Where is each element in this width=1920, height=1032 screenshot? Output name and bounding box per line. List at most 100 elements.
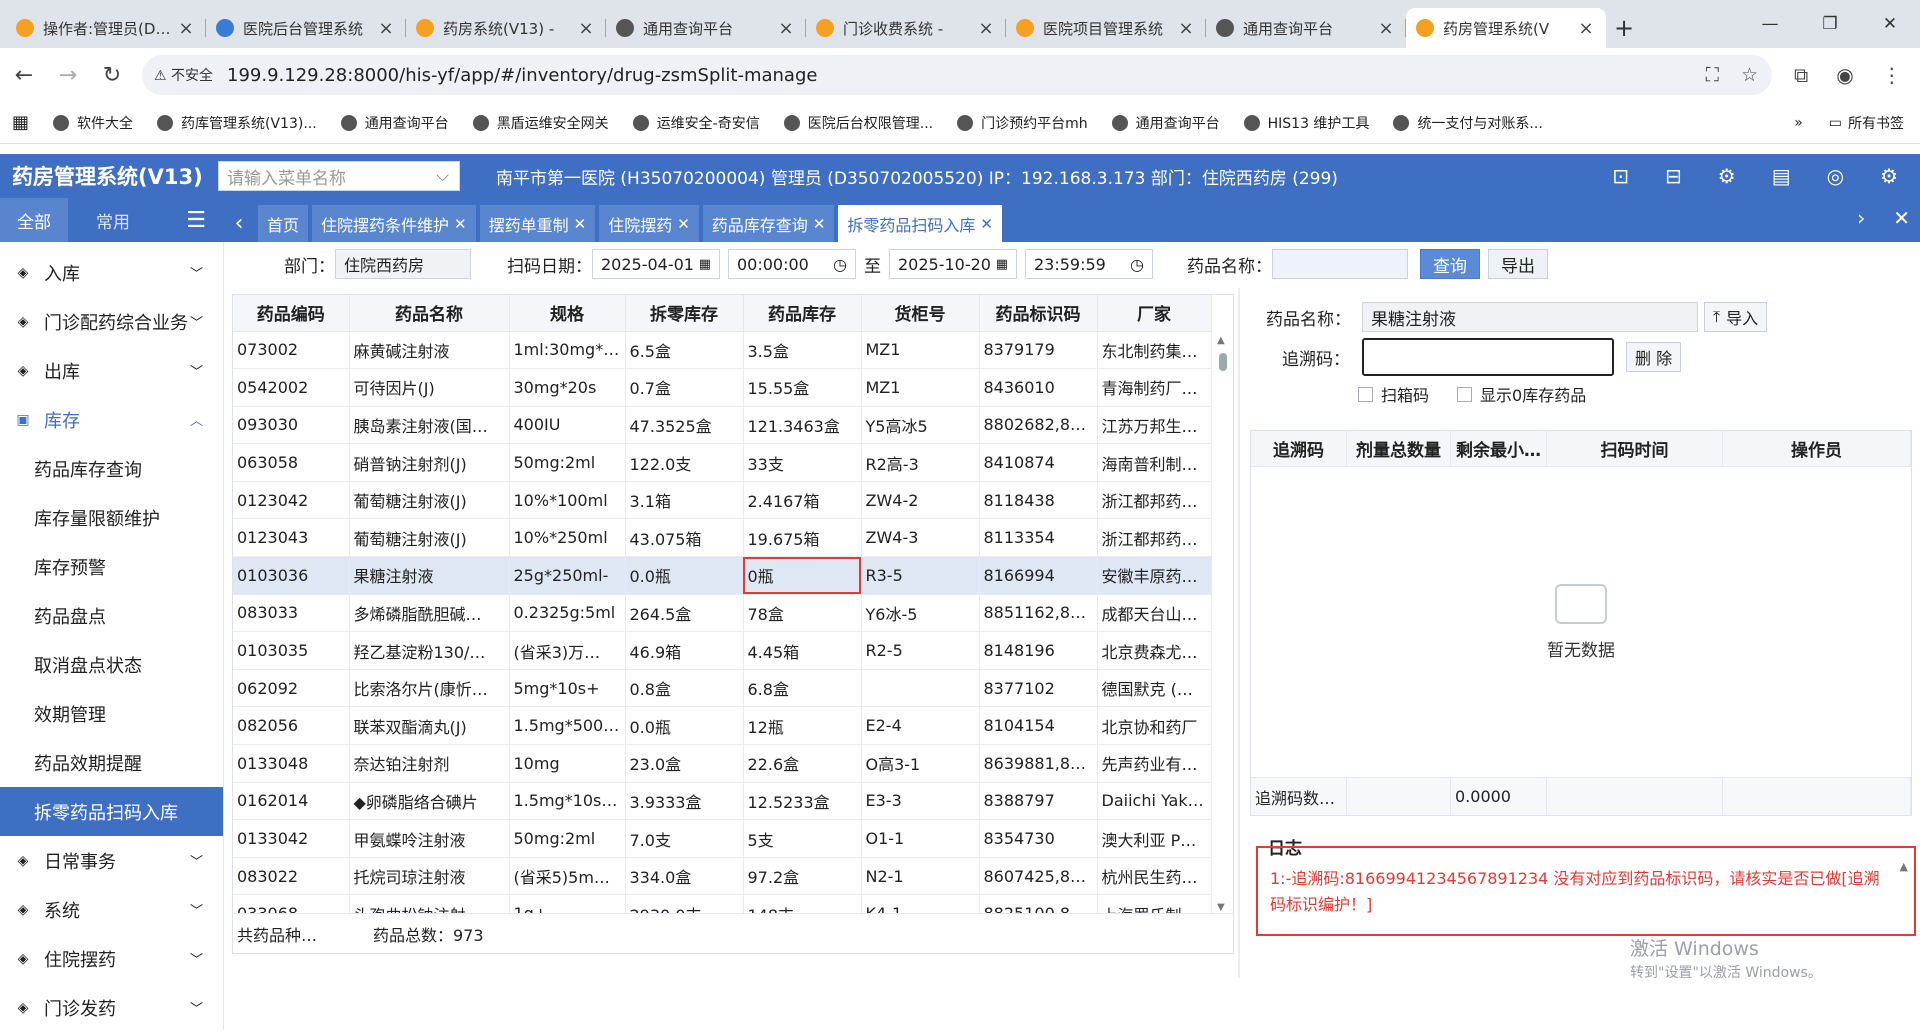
document-icon[interactable]: ▤ (1772, 164, 1791, 188)
table-row[interactable]: 0542002 可待因片(J) 30mg*20s 0.7盒 15.55盒 MZ1 84360… (233, 368, 1212, 407)
translate-icon[interactable]: ⛶ (1706, 64, 1719, 86)
trace-column-header[interactable]: 扫码时间 (1547, 431, 1723, 466)
drug-name-input[interactable] (1272, 249, 1408, 279)
trace-code-input[interactable] (1362, 338, 1614, 376)
trace-column-header[interactable]: 剂量总数量 (1347, 431, 1451, 466)
seg-all[interactable]: 全部 (0, 198, 68, 242)
browser-tab[interactable]: 门诊收费系统 - × (806, 8, 1006, 48)
bookmark-item[interactable]: 运维安全-奇安信 (632, 113, 760, 133)
star-icon[interactable]: ☆ (1741, 64, 1758, 86)
tab-close-icon[interactable]: ✕ (980, 215, 993, 233)
panel-splitter[interactable] (1238, 288, 1240, 978)
trace-column-header[interactable]: 剩余最小… (1451, 431, 1547, 466)
bookmark-item[interactable]: 通用查询平台 (1111, 113, 1220, 133)
right-drug-name-field[interactable]: 果糖注射液 (1362, 302, 1698, 332)
trace-column-header[interactable]: 追溯码 (1251, 431, 1347, 466)
bookmark-item[interactable]: 黑盾运维安全网关 (472, 113, 609, 133)
browser-tab[interactable]: 药房系统(V13) - × (406, 8, 606, 48)
sidebar-item[interactable]: ◈ 门诊配药综合业务 ﹀ (0, 297, 223, 346)
table-row[interactable]: 083022 托烷司琼注射液 (省采5)5m… 334.0盒 97.2盒 N2-1 8607… (233, 857, 1212, 896)
bookmark-item[interactable]: 医院后台权限管理... (783, 113, 933, 133)
all-bookmarks-link[interactable]: 所有书签 (1848, 113, 1904, 133)
menu-dots-icon[interactable]: ⋮ (1882, 63, 1902, 87)
page-tab[interactable]: 住院摆药条件维护 ✕ (312, 205, 476, 242)
date-from-field[interactable]: 2025-04-01 ▦ (592, 249, 720, 279)
forward-icon[interactable]: → (48, 63, 88, 88)
monitor-icon[interactable]: ⊡ (1612, 164, 1629, 188)
sidebar-item[interactable]: ◈ 系统 ﹀ (0, 885, 223, 934)
sidebar-subitem[interactable]: 库存预警 (0, 542, 223, 591)
sidebar-subitem[interactable]: 拆零药品扫码入库 (0, 787, 223, 836)
table-row[interactable]: 082056 联苯双酯滴丸(J) 1.5mg*500… 0.0瓶 12瓶 E2-4 8104… (233, 706, 1212, 746)
column-header[interactable]: 规格 (509, 295, 626, 332)
browser-tab[interactable]: 操作者:管理员(D… × (6, 8, 206, 48)
tab-close-icon[interactable]: × (1376, 18, 1396, 39)
browser-tab[interactable]: 医院后台管理系统 × (206, 8, 406, 48)
tab-close-icon[interactable]: × (576, 18, 596, 39)
tab-close-icon[interactable]: × (976, 18, 996, 39)
table-row[interactable]: 0133042 甲氨蝶呤注射液 50mg:2ml 7.0支 5支 O1-1 8354730 澳… (233, 819, 1212, 858)
query-button[interactable]: 查询 (1420, 249, 1480, 279)
tab-scroll-right-icon[interactable]: › (1857, 206, 1865, 230)
sidebar-subitem[interactable]: 效期管理 (0, 689, 223, 738)
column-header[interactable]: 药品标识码 (979, 295, 1098, 332)
sidebar-item[interactable]: ◈ 住院摆药 ﹀ (0, 934, 223, 983)
bookmark-item[interactable]: 门诊预约平台mh (957, 113, 1088, 133)
screen-icon[interactable]: ⊟ (1665, 164, 1682, 188)
date-to-field[interactable]: 2025-10-20 ▦ (889, 249, 1017, 279)
tab-close-icon[interactable]: ✕ (454, 215, 467, 233)
tab-close-icon[interactable]: ✕ (813, 215, 826, 233)
bookmark-item[interactable]: 通用查询平台 (340, 113, 449, 133)
scroll-thumb[interactable] (1219, 353, 1227, 371)
bookmark-item[interactable]: 软件大全 (53, 113, 133, 133)
sidebar-item[interactable]: ◈ 门诊发药 ﹀ (0, 983, 223, 1032)
scan-box-checkbox[interactable] (1358, 386, 1373, 402)
trace-column-header[interactable]: 操作员 (1723, 431, 1911, 466)
scroll-up-icon[interactable]: ▲ (1217, 335, 1225, 346)
new-tab-button[interactable]: + (1606, 8, 1642, 48)
not-secure-badge[interactable]: ⚠ 不安全 (154, 65, 213, 85)
grid-scrollbar[interactable]: ▲ ▼ (1214, 331, 1232, 915)
table-row[interactable]: 063058 硝普钠注射剂(J) 50mg:2ml 122.0支 33支 R2高-3 841… (233, 443, 1212, 482)
sidebar-item[interactable]: ◈ 日常事务 ﹀ (0, 836, 223, 885)
show-zero-checkbox[interactable] (1457, 386, 1473, 402)
menu-search-input[interactable]: 请输入菜单名称 ⌵ (218, 161, 460, 191)
table-row[interactable]: 0123043 葡萄糖注射液(J) 10%*250ml 43.075箱 19.675箱 Z… (233, 518, 1212, 558)
dept-field[interactable]: 住院西药房 (335, 249, 471, 279)
table-row[interactable]: 0103035 羟乙基淀粉130/… (省采3)万… 46.9箱 4.45箱 R2-5 81… (233, 631, 1212, 670)
browser-tab[interactable]: 通用查询平台 × (1206, 8, 1406, 48)
close-window-icon[interactable]: ✕ (1860, 0, 1920, 48)
settings-icon[interactable]: ⚙ (1880, 164, 1898, 188)
extensions-icon[interactable]: ⧉ (1794, 63, 1808, 87)
sidebar-subitem[interactable]: 取消盘点状态 (0, 640, 223, 689)
apps-grid-icon[interactable]: ▦ (12, 112, 29, 133)
table-row[interactable]: 093030 胰岛素注射液(国… 400IU 47.3525盒 121.3463盒 Y5高… (233, 406, 1212, 445)
tab-close-icon[interactable]: × (776, 18, 796, 39)
time-from-field[interactable]: 00:00:00 ◷ (728, 249, 856, 279)
profile-icon[interactable]: ◉ (1836, 63, 1853, 87)
column-header[interactable]: 厂家 (1097, 295, 1212, 332)
tab-close-icon[interactable]: ✕ (574, 215, 587, 233)
column-header[interactable]: 药品编码 (233, 295, 350, 332)
sidebar-item[interactable]: ▣ 库存 ︿ (0, 395, 223, 444)
more-bookmarks-icon[interactable]: » (1794, 115, 1803, 131)
sidebar-subitem[interactable]: 药品库存查询 (0, 444, 223, 493)
maximize-icon[interactable]: ❐ (1800, 0, 1860, 48)
plugin-icon[interactable]: ⚙ (1718, 164, 1736, 188)
table-row[interactable]: 062092 比索洛尔片(康忻… 5mg*10s+ 0.8盒 6.8盒 8377102 德国… (233, 669, 1212, 708)
tab-close-icon[interactable]: × (176, 18, 196, 39)
import-button[interactable]: ⤒ 导入 (1704, 302, 1768, 332)
page-tab[interactable]: 药品库存查询 ✕ (702, 205, 835, 242)
bookmark-item[interactable]: 药库管理系统(V13)... (157, 113, 317, 133)
tab-close-icon[interactable]: × (1576, 18, 1596, 39)
table-row[interactable]: 0123042 葡萄糖注射液(J) 10%*100ml 3.1箱 2.4167箱 ZW4-… (233, 481, 1212, 520)
page-tab[interactable]: 拆零药品扫码入库 ✕ (838, 205, 1002, 242)
eye-icon[interactable]: ◎ (1827, 164, 1844, 188)
browser-tab[interactable]: 医院项目管理系统 × (1006, 8, 1206, 48)
table-row[interactable]: 0103036 果糖注射液 25g*250ml- 0.0瓶 0瓶 R3-5 8166994 安… (233, 556, 1212, 595)
page-tab[interactable]: 摆药单重制 ✕ (479, 205, 596, 242)
back-icon[interactable]: ← (4, 63, 44, 88)
log-scroll-icon[interactable]: ▲ (1900, 860, 1908, 873)
page-tab[interactable]: 住院摆药 ✕ (599, 205, 699, 242)
sidebar-item[interactable]: ◈ 出库 ﹀ (0, 346, 223, 395)
